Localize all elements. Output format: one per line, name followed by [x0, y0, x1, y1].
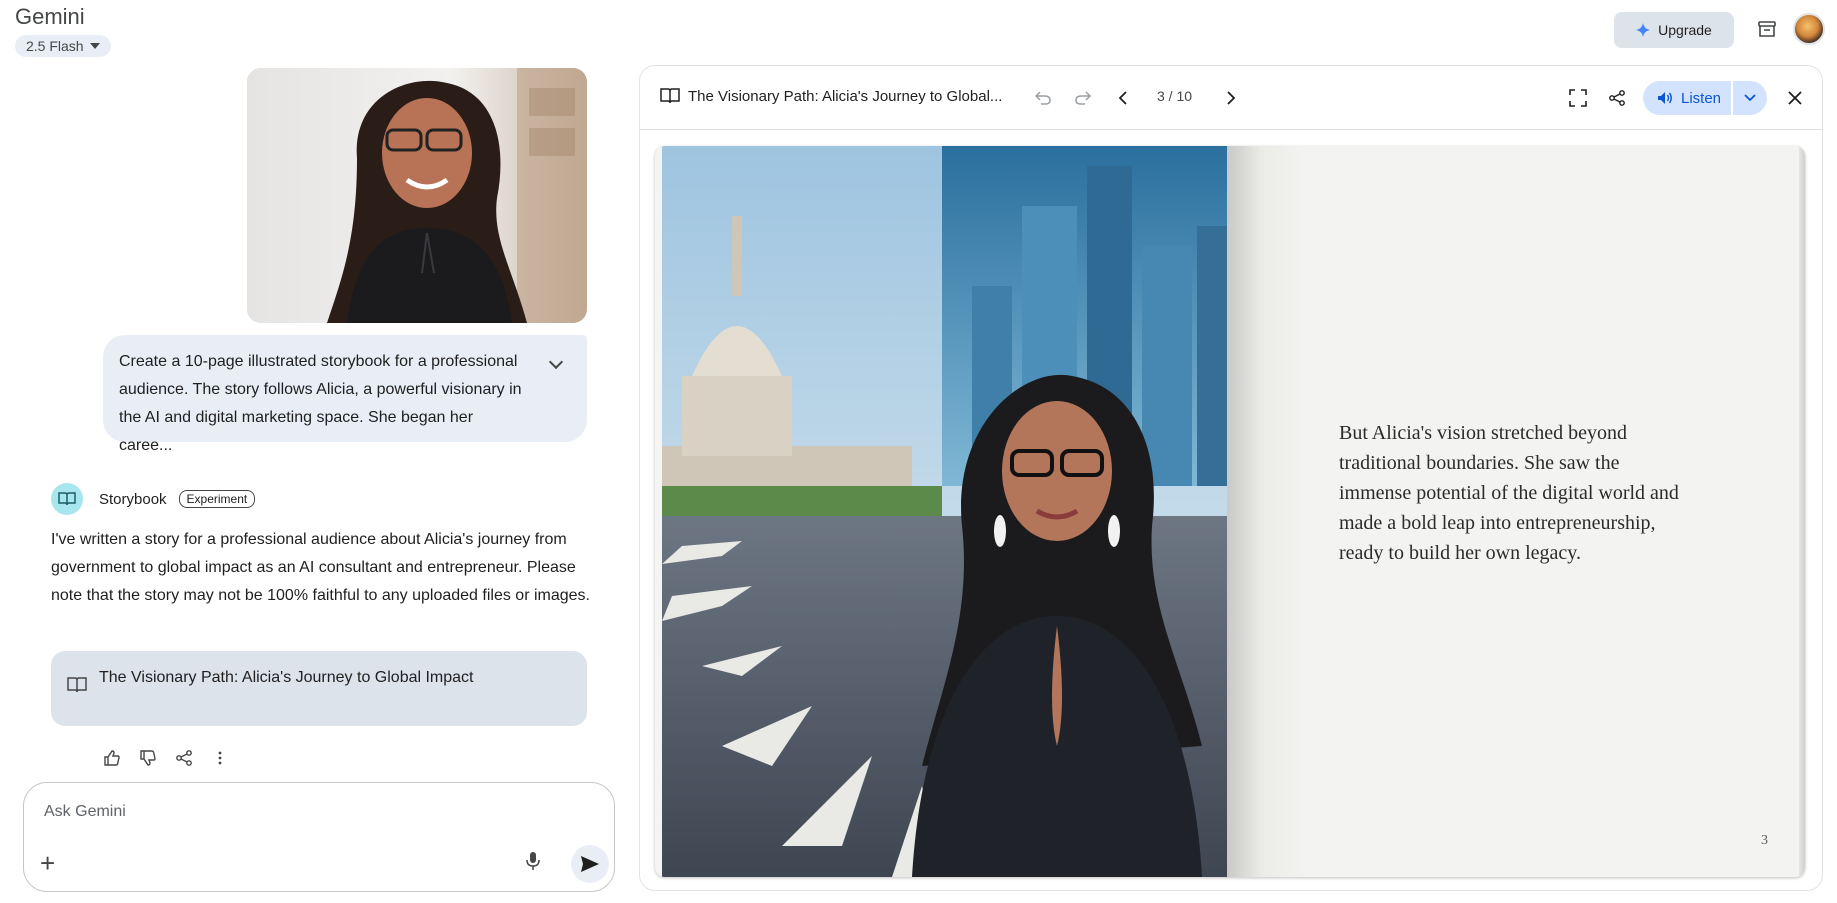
- book-icon: [67, 677, 87, 698]
- close-icon[interactable]: [1783, 86, 1807, 110]
- text-page[interactable]: But Alicia's vision stretched beyond tra…: [1227, 146, 1799, 877]
- undo-icon[interactable]: [1031, 86, 1055, 110]
- storybook-avatar: [51, 483, 83, 515]
- fullscreen-icon[interactable]: [1566, 86, 1590, 110]
- share-icon[interactable]: [174, 748, 194, 768]
- expand-chevron-icon[interactable]: [548, 354, 564, 370]
- page-number: 3: [1761, 833, 1768, 848]
- upgrade-label: Upgrade: [1658, 22, 1712, 38]
- viewer-toolbar: The Visionary Path: Alicia's Journey to …: [640, 66, 1822, 130]
- uploaded-photo[interactable]: [247, 68, 587, 323]
- experiment-badge: Experiment: [178, 490, 256, 508]
- story-page-text: But Alicia's vision stretched beyond tra…: [1339, 422, 1679, 564]
- model-selector[interactable]: 2.5 Flash: [15, 35, 111, 57]
- caret-down-icon: [89, 43, 100, 49]
- viewer-title: The Visionary Path: Alicia's Journey to …: [688, 88, 1003, 105]
- listen-label: Listen: [1681, 89, 1722, 107]
- send-button[interactable]: [571, 845, 609, 883]
- portrait-image: [247, 68, 587, 323]
- chevron-down-icon: [1744, 94, 1756, 102]
- thumbs-up-icon[interactable]: [102, 748, 122, 768]
- listen-options-button[interactable]: [1733, 81, 1767, 115]
- user-message: Create a 10-page illustrated storybook f…: [103, 335, 587, 454]
- storybook-viewer: The Visionary Path: Alicia's Journey to …: [639, 65, 1823, 891]
- app-title: Gemini: [15, 4, 85, 29]
- archive-icon[interactable]: [1756, 18, 1778, 45]
- send-icon: [581, 856, 599, 872]
- page-indicator: 3 / 10: [1157, 88, 1193, 104]
- story-card[interactable]: The Visionary Path: Alicia's Journey to …: [51, 651, 587, 726]
- model-label: 2.5 Flash: [26, 38, 84, 54]
- thumbs-down-icon[interactable]: [138, 748, 158, 768]
- sparkle-icon: [1636, 23, 1651, 37]
- assistant-header: Storybook Experiment: [51, 483, 256, 515]
- illustration-page[interactable]: [662, 146, 1227, 877]
- book-icon: [660, 88, 680, 109]
- story-card-title: The Visionary Path: Alicia's Journey to …: [99, 669, 474, 686]
- book-icon: [58, 492, 76, 506]
- microphone-icon[interactable]: [525, 851, 541, 876]
- previous-page-icon[interactable]: [1111, 86, 1135, 110]
- prompt-input[interactable]: [44, 803, 524, 821]
- story-illustration: [662, 146, 1227, 877]
- composer: +: [23, 782, 615, 892]
- upgrade-button[interactable]: Upgrade: [1614, 12, 1734, 48]
- book-edge: [1799, 146, 1805, 877]
- open-book: But Alicia's vision stretched beyond tra…: [655, 146, 1805, 877]
- account-avatar[interactable]: [1793, 13, 1825, 45]
- user-message-text: Create a 10-page illustrated storybook f…: [119, 353, 522, 454]
- more-options-icon[interactable]: [210, 748, 230, 768]
- add-attachment-button[interactable]: +: [40, 850, 55, 876]
- speaker-icon: [1658, 92, 1672, 104]
- next-page-icon[interactable]: [1219, 86, 1243, 110]
- listen-control: Listen: [1643, 81, 1767, 115]
- redo-icon[interactable]: [1071, 86, 1095, 110]
- assistant-response: I've written a story for a professional …: [51, 531, 590, 604]
- listen-button[interactable]: Listen: [1643, 81, 1731, 115]
- assistant-name: Storybook: [99, 490, 167, 508]
- response-actions: [102, 748, 230, 768]
- chat-pane: Gemini 2.5 Flash Create a 10-page illust…: [0, 0, 628, 903]
- share-icon[interactable]: [1605, 86, 1629, 110]
